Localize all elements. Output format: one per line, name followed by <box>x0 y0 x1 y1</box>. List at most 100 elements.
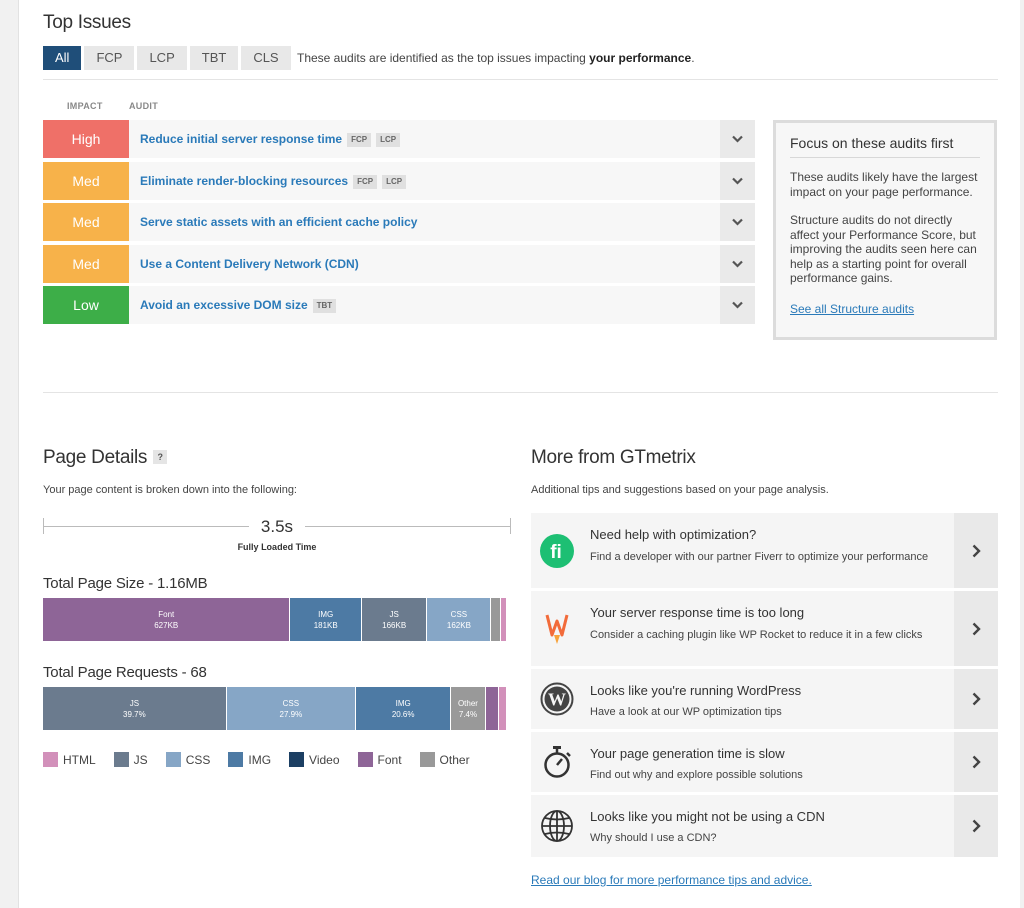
impact-badge: High <box>43 120 129 158</box>
bar-segment-img: IMG 20.6% <box>355 687 452 730</box>
more-title: More from GTmetrix <box>531 447 696 468</box>
chevron-right-icon <box>972 755 981 769</box>
report-page: Top Issues All FCP LCP TBT CLS These aud… <box>18 0 1020 908</box>
tip-description: Consider a caching plugin like WP Rocket… <box>590 629 923 641</box>
bar-segment-font: Font 627KB <box>43 598 291 641</box>
tab-fcp[interactable]: FCP <box>84 46 135 70</box>
audit-row[interactable]: Med Use a Content Delivery Network (CDN) <box>43 245 755 283</box>
timeline-start-tick <box>43 518 44 534</box>
segment-name: CSS <box>450 609 468 619</box>
tip-title: Need help with optimization? <box>590 527 757 542</box>
chart-legend: HTML JS CSS IMG Video Font Other <box>43 752 488 767</box>
expand-button[interactable] <box>720 162 755 200</box>
tip-row-wordpress[interactable]: W Looks like you're running WordPress Ha… <box>531 669 998 729</box>
legend-swatch <box>43 752 58 767</box>
tip-arrow-button[interactable] <box>954 513 998 588</box>
filter-note-suffix: . <box>691 51 695 65</box>
tip-row-server-response[interactable]: Your server response time is too long Co… <box>531 591 998 666</box>
audit-link[interactable]: Avoid an excessive DOM size TBT <box>140 298 337 313</box>
bar-segment-css: CSS 27.9% <box>226 687 356 730</box>
tip-row-fiverr[interactable]: fi Need help with optimization? Find a d… <box>531 513 998 588</box>
help-icon[interactable]: ? <box>153 450 168 464</box>
audit-row[interactable]: Med Serve static assets with an efficien… <box>43 203 755 241</box>
audit-link[interactable]: Eliminate render-blocking resources FCP LC… <box>140 174 407 189</box>
expand-button[interactable] <box>720 203 755 241</box>
impact-badge: Med <box>43 203 129 241</box>
bar-segment-font <box>485 687 500 730</box>
tip-arrow-button[interactable] <box>954 732 998 792</box>
legend-label: Video <box>309 752 340 767</box>
audit-name[interactable]: Reduce initial server response time <box>140 132 342 146</box>
legend-label: Other <box>439 752 470 767</box>
legend-label: HTML <box>63 752 96 767</box>
bar-segment-css: CSS 162KB <box>427 598 492 641</box>
page-details-title: Page Details? <box>43 447 168 469</box>
audit-row[interactable]: High Reduce initial server response time… <box>43 120 755 158</box>
svg-text:W: W <box>548 690 566 710</box>
column-header-impact: IMPACT <box>67 101 103 111</box>
audit-name[interactable]: Eliminate render-blocking resources <box>140 174 348 188</box>
segment-name: IMG <box>395 698 411 708</box>
tab-cls[interactable]: CLS <box>241 46 291 70</box>
tip-title: Looks like you might not be using a CDN <box>590 809 825 824</box>
bar-segment-js: JS 166KB <box>361 598 428 641</box>
tab-all[interactable]: All <box>43 46 82 70</box>
see-all-structure-audits-link[interactable]: See all Structure audits <box>790 302 914 316</box>
tip-row-page-generation[interactable]: Your page generation time is slow Find o… <box>531 732 998 792</box>
chevron-right-icon <box>972 692 981 706</box>
audit-link[interactable]: Serve static assets with an efficient ca… <box>140 215 417 229</box>
legend-item-img: IMG <box>228 752 271 767</box>
page-details-title-text: Page Details <box>43 447 148 468</box>
segment-value: 7.4% <box>458 709 478 719</box>
legend-label: CSS <box>185 752 211 767</box>
chevron-down-icon <box>732 260 743 268</box>
chevron-down-icon <box>732 177 743 185</box>
expand-button[interactable] <box>720 120 755 158</box>
segment-name: JS <box>389 609 399 619</box>
page-size-bar: Font 627KB IMG 181KB JS 166KB CSS 162KB <box>43 598 506 641</box>
audit-row[interactable]: Low Avoid an excessive DOM size TBT <box>43 286 755 324</box>
audit-link[interactable]: Use a Content Delivery Network (CDN) <box>140 257 359 271</box>
audit-row[interactable]: Med Eliminate render-blocking resources F… <box>43 162 755 200</box>
expand-button[interactable] <box>720 286 755 324</box>
focus-panel-title: Focus on these audits first <box>790 135 980 158</box>
audit-link[interactable]: Reduce initial server response time FCP LC… <box>140 132 401 147</box>
audit-name[interactable]: Serve static assets with an efficient ca… <box>140 215 417 229</box>
expand-button[interactable] <box>720 245 755 283</box>
legend-item-font: Font <box>357 752 402 767</box>
wordpress-icon: W <box>539 681 575 717</box>
tip-description: Why should I use a CDN? <box>590 832 717 844</box>
audit-name[interactable]: Avoid an excessive DOM size <box>140 298 308 312</box>
segment-value: 20.6% <box>391 709 415 719</box>
segment-name: Font <box>158 609 175 619</box>
section-divider <box>43 392 998 393</box>
filter-note-bold: your performance <box>589 51 692 65</box>
metric-tag: FCP <box>353 174 378 189</box>
tab-lcp[interactable]: LCP <box>137 46 187 70</box>
legend-item-html: HTML <box>43 752 96 767</box>
tip-arrow-button[interactable] <box>954 591 998 666</box>
page-requests-title: Total Page Requests - 68 <box>43 664 207 681</box>
legend-swatch <box>419 752 435 767</box>
bar-segment-other <box>491 598 501 641</box>
tip-row-cdn[interactable]: Looks like you might not be using a CDN … <box>531 795 998 857</box>
more-subtitle: Additional tips and suggestions based on… <box>531 484 829 496</box>
tip-arrow-button[interactable] <box>954 669 998 729</box>
legend-swatch <box>113 752 129 767</box>
page-details-subtitle: Your page content is broken down into th… <box>43 484 297 496</box>
segment-name: JS <box>129 698 140 708</box>
tip-description: Have a look at our WP optimization tips <box>590 706 782 718</box>
chevron-down-icon <box>732 135 743 143</box>
tip-arrow-button[interactable] <box>954 795 998 857</box>
legend-item-other: Other <box>419 752 470 767</box>
segment-value: 27.9% <box>279 709 303 719</box>
audit-name[interactable]: Use a Content Delivery Network (CDN) <box>140 257 359 271</box>
bar-segment-html <box>499 687 506 730</box>
fully-loaded-value: 3.5s <box>249 517 305 537</box>
metric-tag: TBT <box>312 298 337 313</box>
legend-item-css: CSS <box>165 752 211 767</box>
blog-link[interactable]: Read our blog for more performance tips … <box>531 873 812 887</box>
fully-loaded-label: Fully Loaded Time <box>237 542 317 552</box>
tab-tbt[interactable]: TBT <box>189 46 239 70</box>
chevron-right-icon <box>972 622 981 635</box>
